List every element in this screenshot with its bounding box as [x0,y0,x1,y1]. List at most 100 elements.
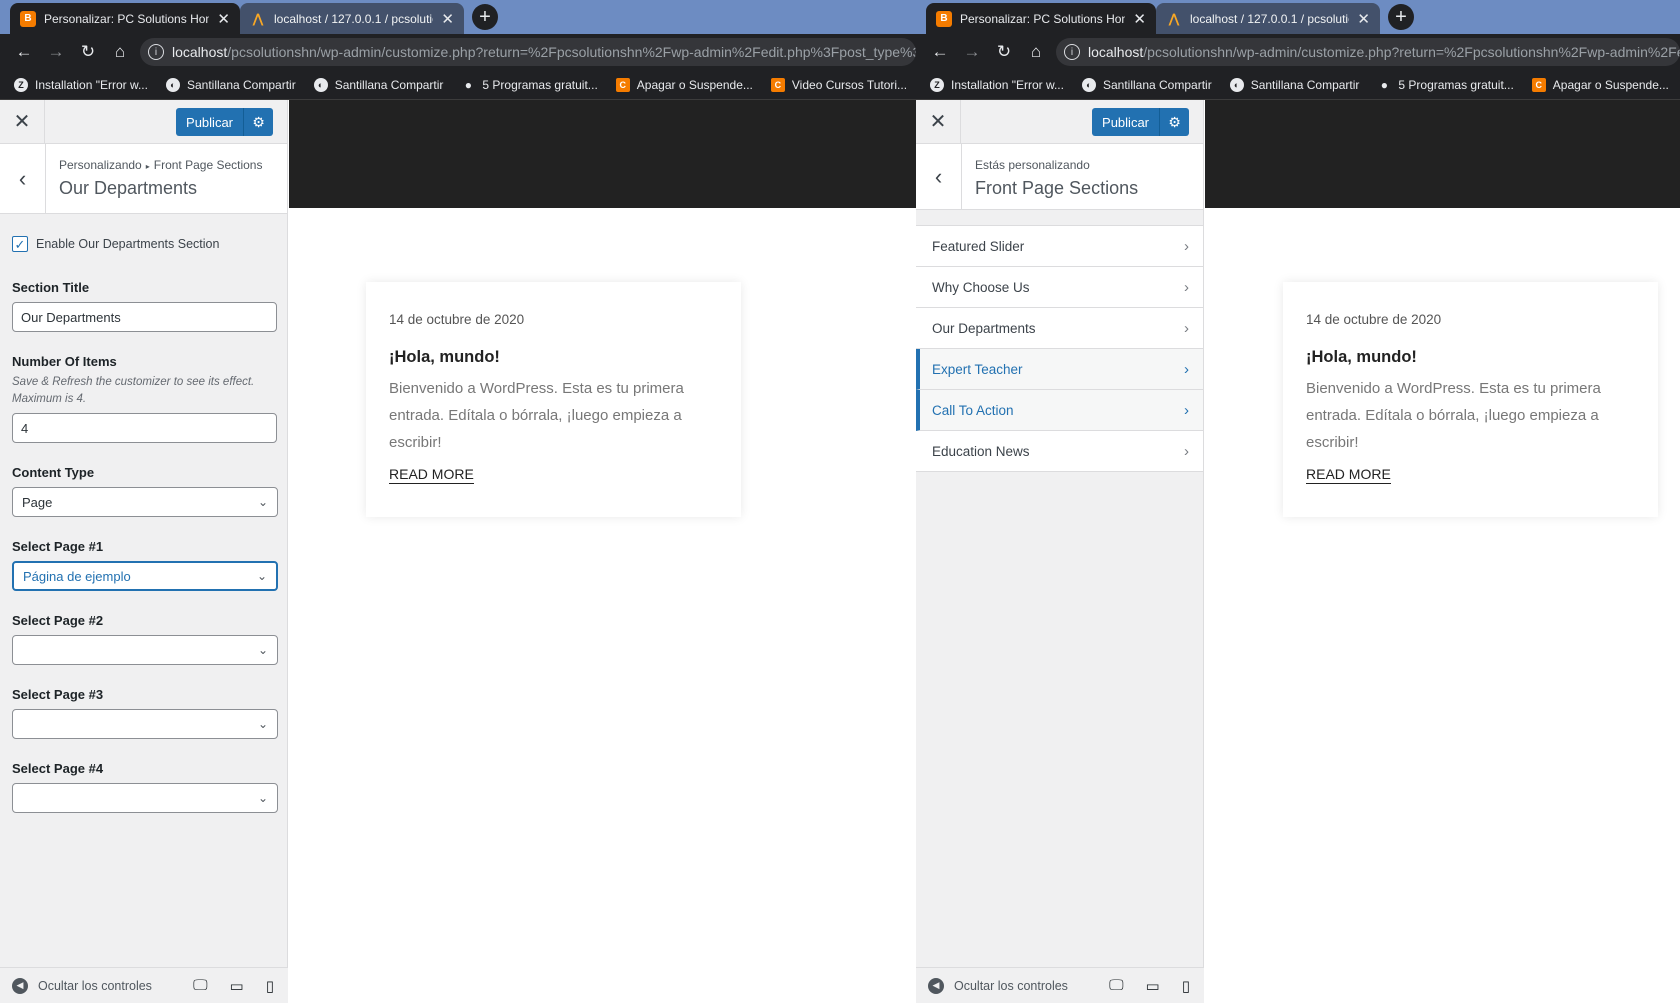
home-icon[interactable]: ⌂ [1024,40,1048,64]
hide-controls-button[interactable]: Ocultar los controles [954,979,1068,993]
address-bar: ← → ↻ ⌂ i localhost/pcsolutionshn/wp-adm… [0,34,916,70]
page4-label: Select Page #4 [12,761,104,776]
page3-select[interactable]: ⌄ [12,709,278,739]
controls-list: ✓ Enable Our Departments Section Section… [0,214,287,813]
publish-button[interactable]: Publicar ⚙ [1092,108,1189,136]
read-more-link[interactable]: READ MORE [1306,466,1391,484]
bookmark-item[interactable]: C Apagar o Suspende... [615,77,753,92]
new-tab-button[interactable]: + [1388,4,1414,30]
post-title[interactable]: ¡Hola, mundo! [389,348,718,367]
publish-label: Publicar [1102,114,1149,130]
tab-customizer[interactable]: B Personalizar: PC Solutions Honduras ✕ [926,3,1156,34]
reload-icon[interactable]: ↻ [992,40,1016,64]
forward-arrow-icon[interactable]: → [44,40,68,64]
post-excerpt: Bienvenido a WordPress. Esta es tu prime… [1306,380,1601,451]
hide-controls-button[interactable]: Ocultar los controles [38,979,152,993]
breadcrumb-parent: Front Page Sections [153,158,263,172]
customizer-footer: ◀ Ocultar los controles 🖵 ▭ ▯ [0,967,288,1003]
post-title[interactable]: ¡Hola, mundo! [1306,348,1635,367]
publish-button[interactable]: Publicar ⚙ [176,108,273,136]
close-icon[interactable]: ✕ [916,99,961,144]
page1-select[interactable]: Página de ejemplo ⌄ [12,561,278,591]
section-item-featured-slider[interactable]: Featured Slider › [916,226,1203,267]
bookmark-item[interactable]: C Video Cursos Tutori... [770,77,907,92]
customizer-sidebar: ✕ Publicar ⚙ ‹ Personalizando ▸ Front Page… [0,99,288,1003]
bookmark-label: Apagar o Suspende... [636,77,753,92]
chevron-right-icon: › [1184,401,1189,419]
breadcrumb: Personalizando ▸ Front Page Sections [59,158,262,172]
cb-icon: C [770,77,785,92]
url-input[interactable]: i localhost/pcsolutionshn/wp-admin/custo… [140,38,916,66]
page2-select[interactable]: ⌄ [12,635,278,665]
back-chevron-icon[interactable]: ‹ [916,144,962,209]
address-bar: ← → ↻ ⌂ i localhost/pcsolutionshn/wp-adm… [916,34,1680,70]
section-item-expert-teacher[interactable]: Expert Teacher › [916,349,1203,390]
back-arrow-icon[interactable]: ← [12,40,36,64]
url-path: /pcsolutionshn/wp-admin/customize.php?re… [227,44,916,60]
section-title-input[interactable]: Our Departments [12,302,277,332]
back-chevron-icon[interactable]: ‹ [0,144,46,213]
read-more-link[interactable]: READ MORE [389,466,474,484]
customizer-header: ✕ Publicar ⚙ [916,99,1203,144]
section-item-call-to-action[interactable]: Call To Action › [916,390,1203,431]
collapse-icon[interactable]: ◀ [12,977,28,994]
bookmark-item[interactable]: ● 5 Programas gratuit... [1377,78,1514,92]
number-desc-line: Save & Refresh the customizer to see its… [12,376,255,388]
bookmark-item[interactable]: ● 5 Programas gratuit... [461,78,598,92]
enable-section-checkbox[interactable]: ✓ [12,236,28,252]
close-tab-icon[interactable]: ✕ [1133,10,1146,28]
desktop-icon[interactable]: 🖵 [1109,977,1123,995]
tab-title: Personalizar: PC Solutions Honduras [960,11,1126,26]
reload-icon[interactable]: ↻ [76,40,100,64]
page4-select[interactable]: ⌄ [12,783,278,813]
close-tab-icon[interactable]: ✕ [217,10,230,28]
right-browser-window: B Personalizar: PC Solutions Honduras ✕ … [916,0,1680,1003]
post-date: 14 de octubre de 2020 [389,312,525,327]
chevron-down-icon: ⌄ [257,791,268,805]
content-type-select[interactable]: Page ⌄ [12,487,278,517]
triangle-right-icon: ▸ [145,162,150,171]
close-icon[interactable]: ✕ [0,99,45,144]
section-item-education-news[interactable]: Education News › [916,431,1203,472]
bookmark-item[interactable]: C Apagar o Suspende... [1531,77,1669,92]
gear-icon[interactable]: ⚙ [243,108,273,136]
bookmark-item[interactable]: Z Installation "Error w... [14,77,148,92]
section-item-our-departments[interactable]: Our Departments › [916,308,1203,349]
new-tab-button[interactable]: + [472,4,498,30]
tablet-icon[interactable]: ▭ [1146,977,1160,995]
tablet-icon[interactable]: ▭ [230,977,244,995]
bookmark-item[interactable]: ◐ Santillana Compartir [165,77,296,92]
tab-customizer[interactable]: B Personalizar: PC Solutions Honduras ✕ [10,3,240,34]
close-tab-icon[interactable]: ✕ [1357,10,1370,28]
mobile-icon[interactable]: ▯ [266,977,274,995]
bookmark-label: Santillana Compartir [334,77,444,92]
forward-arrow-icon[interactable]: → [960,40,984,64]
close-tab-icon[interactable]: ✕ [441,10,454,28]
number-desc-line: Maximum is 4. [12,393,87,405]
mobile-icon[interactable]: ▯ [1182,977,1190,995]
bookmark-label: Apagar o Suspende... [1552,77,1669,92]
site-info-icon[interactable]: i [1064,44,1080,60]
bookmark-item[interactable]: ◐ Santillana Compartir [1229,77,1359,92]
customizer-favicon-icon: B [936,10,952,27]
home-icon[interactable]: ⌂ [108,40,132,64]
back-arrow-icon[interactable]: ← [928,40,952,64]
section-item-why-choose-us[interactable]: Why Choose Us › [916,267,1203,308]
section-item-label: Call To Action [932,402,1014,418]
tab-phpmyadmin[interactable]: ⋀ localhost / 127.0.0.1 / pcsolutionshn … [240,3,464,34]
desktop-icon[interactable]: 🖵 [193,977,207,995]
chevron-right-icon: › [1184,442,1189,460]
phpmyadmin-favicon-icon: ⋀ [1168,10,1180,26]
collapse-icon[interactable]: ◀ [928,977,944,994]
number-items-input[interactable]: 4 [12,413,277,443]
bookmark-item[interactable]: ◐ Santillana Compartir [313,77,444,92]
bookmark-item[interactable]: ◐ Santillana Compartir [1081,77,1212,92]
bookmark-item[interactable]: Z Installation "Error w... [930,77,1064,92]
section-item-label: Our Departments [932,320,1036,336]
url-input[interactable]: i localhost/pcsolutionshn/wp-admin/custo… [1056,38,1680,66]
bookmarks-bar: Z Installation "Error w... ◐ Santillana Co… [0,70,916,100]
gear-icon[interactable]: ⚙ [1159,108,1189,136]
tab-phpmyadmin[interactable]: ⋀ localhost / 127.0.0.1 / pcsolutionshn … [1156,3,1380,34]
preview-header [289,100,916,208]
site-info-icon[interactable]: i [148,44,164,60]
